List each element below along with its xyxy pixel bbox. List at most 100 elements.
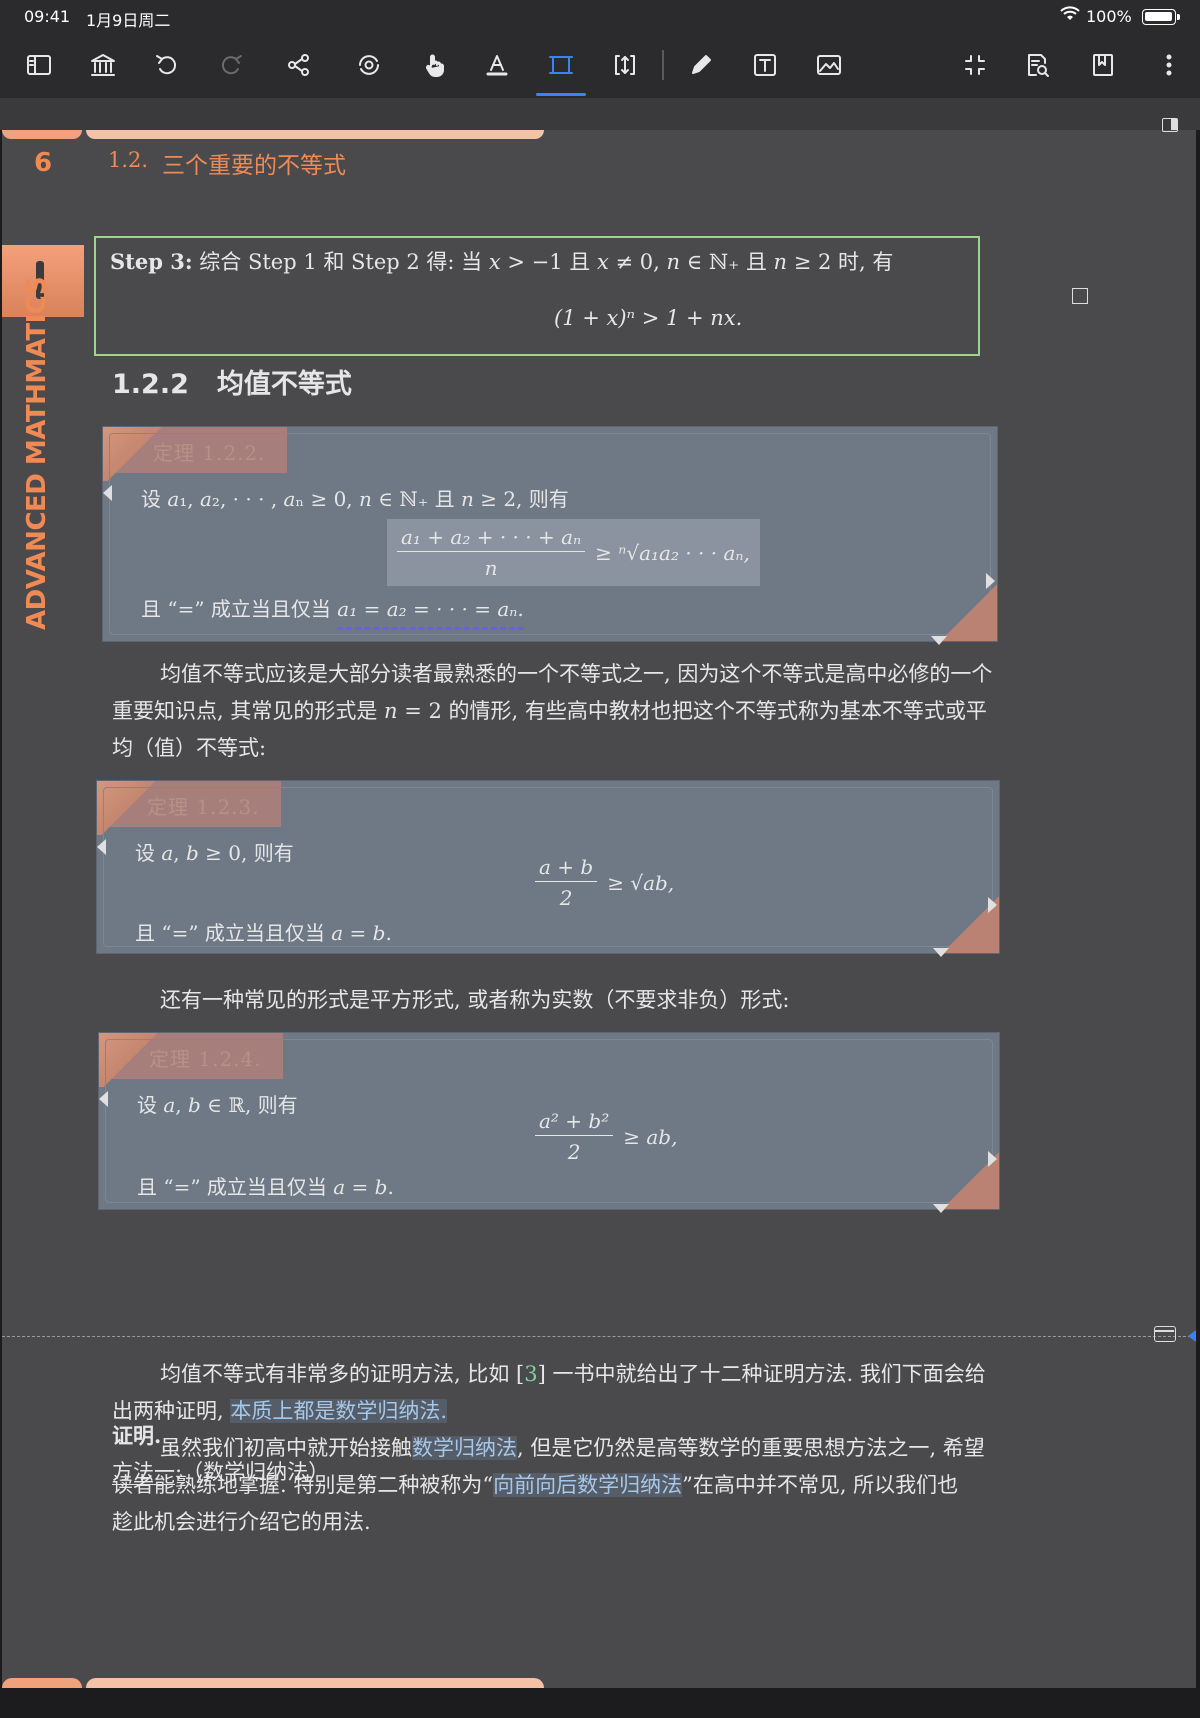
- subsection-number: 1.2.2: [112, 369, 189, 400]
- condition-text: 且 “=” 成立当且仅当: [141, 597, 338, 621]
- theorem-line: 设 𝑎, 𝑏 ∈ ℝ, 则有: [137, 1093, 298, 1117]
- subsection-heading: 1.2.2 均值不等式: [112, 362, 352, 401]
- library-icon[interactable]: [86, 48, 120, 82]
- theorem-corner-decoration: [939, 585, 997, 641]
- paragraph-line: 趁此机会进行介绍它的用法.: [112, 1510, 371, 1534]
- bookmark-icon[interactable]: [1086, 48, 1120, 82]
- pen-icon[interactable]: [684, 48, 718, 82]
- theorem-arrow-down-icon: [931, 636, 947, 645]
- theorem-arrow-right-icon: [986, 573, 995, 589]
- text-box-icon[interactable]: [748, 48, 782, 82]
- condition-math-underlined: 𝑎₁ = 𝑎₂ = · · · = 𝑎ₙ.: [337, 597, 524, 630]
- theorem-tag: 定理 1.2.3.: [147, 795, 260, 819]
- theorem-arrow-down-icon: [933, 1204, 949, 1213]
- page-break-arrow-icon: [1188, 1330, 1196, 1342]
- more-icon[interactable]: [1152, 48, 1186, 82]
- theorem-formula: 𝑎² + 𝑏² 2 ≥ 𝑎𝑏,: [535, 1109, 677, 1164]
- page-break-line: [2, 1336, 1196, 1337]
- formula-numerator: 𝑎² + 𝑏²: [539, 1109, 610, 1133]
- redo-icon[interactable]: [214, 48, 248, 82]
- paragraph-line: 均（值）不等式:: [112, 736, 267, 760]
- theorem-condition: 且 “=” 成立当且仅当 𝑎₁ = 𝑎₂ = · · · = 𝑎ₙ.: [141, 593, 524, 630]
- page-toolbar-strip: [0, 98, 1200, 130]
- theorem-box[interactable]: 定理 1.2.4. 设 𝑎, 𝑏 ∈ ℝ, 则有 𝑎² + 𝑏² 2 ≥ 𝑎𝑏,…: [98, 1032, 1000, 1213]
- citation-link[interactable]: 3: [524, 1362, 537, 1386]
- step3-text: 综合 Step 1 和 Step 2 得: 当 𝑥 > −1 且 𝑥 ≠ 0, …: [192, 250, 894, 274]
- theorem-arrow-left-icon: [97, 839, 106, 855]
- page-number: 6: [34, 148, 53, 178]
- search-document-icon[interactable]: [1020, 48, 1054, 82]
- paragraph: 还有一种常见的形式是平方形式, 或者称为实数（不要求非负）形式:: [112, 982, 1102, 1019]
- footer-tab-right: [86, 1678, 544, 1688]
- bottom-bar: [0, 1690, 1200, 1718]
- theorem-tag: 定理 1.2.4.: [149, 1047, 262, 1071]
- battery-icon: [1142, 9, 1180, 25]
- text-highlight-icon[interactable]: [480, 48, 514, 82]
- crop-select-icon[interactable]: [544, 48, 578, 82]
- image-icon[interactable]: [812, 48, 846, 82]
- formula-rhs: ≥ ⁿ√𝑎₁𝑎₂ · · · 𝑎ₙ,: [595, 540, 750, 565]
- formula-rhs: ≥ √𝑎𝑏,: [607, 870, 675, 895]
- theorem-arrow-down-icon: [933, 948, 949, 957]
- collapse-icon[interactable]: [958, 48, 992, 82]
- toolbar: [0, 34, 1200, 98]
- side-label: ADVANCED MATHMATICS: [22, 276, 52, 630]
- theorem-tag: 定理 1.2.2.: [153, 441, 266, 465]
- formula-numerator: 𝑎₁ + 𝑎₂ + · · · + 𝑎ₙ: [401, 525, 582, 549]
- formula-denominator: 2: [535, 1135, 614, 1164]
- theorem-line: 设 𝑎₁, 𝑎₂, · · · , 𝑎ₙ ≥ 0, 𝑛 ∈ ℕ₊ 且 𝑛 ≥ 2…: [141, 487, 569, 511]
- status-date: 1月9日周二: [86, 11, 171, 30]
- step3-formula: (1 + 𝑥)ⁿ > 1 + 𝑛𝑥.: [554, 306, 743, 330]
- theorem-arrow-right-icon: [988, 897, 997, 913]
- step3-box: Step 3: 综合 Step 1 和 Step 2 得: 当 𝑥 > −1 且…: [94, 236, 980, 356]
- document-page[interactable]: 6 1.2. 三个重要的不等式 ADVANCED MATHMATICS Step…: [2, 130, 1196, 1688]
- theorem-arrow-left-icon: [99, 1091, 108, 1107]
- formula-denominator: 2: [535, 881, 598, 910]
- subsection-title: 均值不等式: [216, 369, 352, 400]
- formula-numerator: 𝑎 + 𝑏: [539, 855, 594, 879]
- toolbar-divider: [662, 50, 664, 80]
- section-title: 三个重要的不等式: [162, 153, 346, 179]
- footer-tab-left: [2, 1678, 82, 1688]
- method-label: 方法一:（数学归纳法）: [112, 1460, 330, 1485]
- hand-icon[interactable]: [418, 48, 452, 82]
- proof-label: 证明.: [112, 1423, 162, 1448]
- formula-rhs: ≥ 𝑎𝑏,: [623, 1124, 678, 1149]
- highlighted-text[interactable]: 本质上都是数学归纳法.: [230, 1399, 448, 1423]
- highlighted-text[interactable]: 向前向后数学归纳法: [493, 1473, 683, 1497]
- paragraph-line: 重要知识点, 其常见的形式是 𝑛 = 2 的情形, 有些高中教材也把这个不等式称…: [112, 699, 987, 723]
- undo-icon[interactable]: [150, 48, 184, 82]
- theorem-formula: 𝑎 + 𝑏 2 ≥ √𝑎𝑏,: [535, 855, 674, 910]
- paragraph-line: 均值不等式应该是大部分读者最熟悉的一个不等式之一, 因为这个不等式是高中必修的一…: [160, 662, 993, 686]
- theorem-formula: 𝑎₁ + 𝑎₂ + · · · + 𝑎ₙ 𝑛 ≥ ⁿ√𝑎₁𝑎₂ · · · 𝑎ₙ…: [387, 519, 760, 586]
- rotate-sync-icon[interactable]: [352, 48, 386, 82]
- panel-toggle-icon[interactable]: [1162, 118, 1178, 132]
- paragraph-line: 还有一种常见的形式是平方形式, 或者称为实数（不要求非负）形式:: [160, 988, 790, 1012]
- step3-label: Step 3:: [110, 249, 193, 274]
- formula-denominator: 𝑛: [397, 551, 586, 580]
- paragraph: 均值不等式应该是大部分读者最熟悉的一个不等式之一, 因为这个不等式是高中必修的一…: [112, 656, 1102, 767]
- theorem-condition: 且 “=” 成立当且仅当 𝑎 = 𝑏.: [135, 921, 392, 945]
- sidebar-icon[interactable]: [22, 48, 56, 82]
- theorem-box[interactable]: 定理 1.2.2. 设 𝑎₁, 𝑎₂, · · · , 𝑎ₙ ≥ 0, 𝑛 ∈ …: [102, 426, 998, 645]
- qed-square-icon: [1072, 288, 1088, 304]
- status-time: 09:41: [24, 7, 71, 26]
- theorem-condition: 且 “=” 成立当且仅当 𝑎 = 𝑏.: [137, 1175, 394, 1199]
- share-icon[interactable]: [282, 48, 316, 82]
- wifi-icon: [1060, 6, 1080, 26]
- header-tab-left: [2, 130, 82, 139]
- theorem-arrow-left-icon: [103, 485, 112, 501]
- theorem-box[interactable]: 定理 1.2.3. 设 𝑎, 𝑏 ≥ 0, 则有 𝑎 + 𝑏 2 ≥ √𝑎𝑏, …: [96, 780, 1000, 957]
- paragraph: 均值不等式有非常多的证明方法, 比如 [3] 一书中就给出了十二种证明方法. 我…: [112, 1362, 986, 1423]
- theorem-arrow-right-icon: [988, 1151, 997, 1167]
- highlighted-text[interactable]: 数学归纳法: [412, 1436, 517, 1460]
- resize-icon[interactable]: [608, 48, 642, 82]
- section-number: 1.2.: [108, 148, 149, 172]
- status-bar: 09:41 1月9日周二 100%: [0, 0, 1200, 34]
- header-tab-right: [86, 130, 544, 139]
- page-break-icon[interactable]: [1154, 1326, 1176, 1342]
- step3-line: Step 3: 综合 Step 1 和 Step 2 得: 当 𝑥 > −1 且…: [110, 246, 893, 276]
- battery-percent: 100%: [1086, 7, 1132, 26]
- theorem-line: 设 𝑎, 𝑏 ≥ 0, 则有: [135, 841, 294, 865]
- active-tool-indicator: [536, 93, 586, 96]
